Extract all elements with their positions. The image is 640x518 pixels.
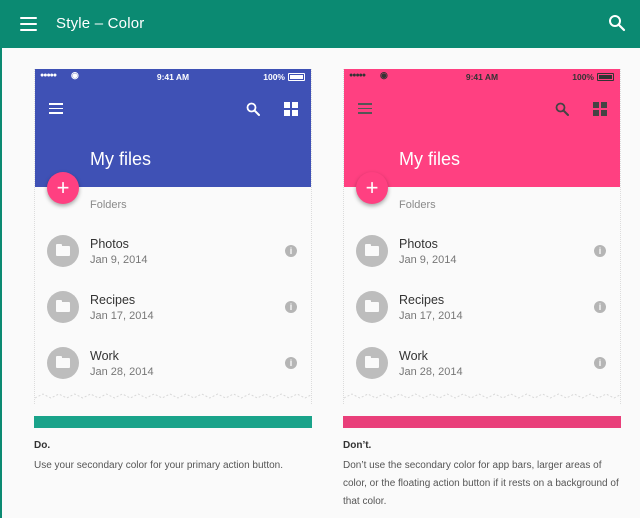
do-caption-title: Do. (34, 440, 51, 451)
folder-date: Jan 28, 2014 (399, 366, 463, 378)
folder-icon (47, 347, 79, 379)
folder-icon (356, 291, 388, 323)
folder-name: Photos (399, 237, 438, 251)
phone-mockup-dont: ●●●●● ◉ 9:41 AM 100% My files + Folders … (343, 69, 621, 404)
folder-date: Jan 28, 2014 (90, 366, 154, 378)
list-item[interactable]: Recipes Jan 17, 2014 i (344, 291, 620, 341)
list-item[interactable]: Photos Jan 9, 2014 i (344, 235, 620, 285)
section-header: Folders (399, 199, 436, 211)
left-edge-divider (0, 48, 2, 518)
fab-add-button[interactable]: + (356, 172, 388, 204)
do-caption-text: Use your secondary color for your primar… (34, 460, 283, 471)
folder-icon (356, 235, 388, 267)
folder-name: Recipes (399, 293, 445, 307)
folder-name: Work (399, 349, 428, 363)
folder-icon (47, 235, 79, 267)
info-icon[interactable]: i (285, 357, 297, 369)
status-bar: ●●●●● ◉ 9:41 AM 100% (35, 69, 311, 85)
folder-date: Jan 9, 2014 (90, 254, 148, 266)
section-header: Folders (90, 199, 127, 211)
app-bar: ●●●●● ◉ 9:41 AM 100% My files (35, 69, 311, 187)
folder-date: Jan 17, 2014 (399, 310, 463, 322)
folder-name: Photos (90, 237, 129, 251)
page-title: Style – Color (56, 15, 145, 32)
list-item[interactable]: Work Jan 28, 2014 i (35, 347, 311, 397)
folder-icon (47, 291, 79, 323)
grid-view-icon[interactable] (593, 102, 607, 116)
torn-edge (35, 393, 311, 399)
list-item[interactable]: Work Jan 28, 2014 i (344, 347, 620, 397)
dont-color-bar (343, 416, 621, 428)
info-icon[interactable]: i (594, 301, 606, 313)
menu-icon[interactable] (358, 103, 372, 114)
folder-name: Work (90, 349, 119, 363)
info-icon[interactable]: i (594, 245, 606, 257)
torn-edge (344, 393, 620, 399)
search-icon[interactable] (555, 102, 569, 116)
info-icon[interactable]: i (285, 301, 297, 313)
search-icon[interactable] (246, 102, 260, 116)
info-icon[interactable]: i (285, 245, 297, 257)
battery-icon (288, 73, 305, 81)
app-bar: ●●●●● ◉ 9:41 AM 100% My files (344, 69, 620, 187)
dont-caption-text: Don’t use the secondary color for app ba… (343, 460, 619, 507)
status-bar: ●●●●● ◉ 9:41 AM 100% (344, 69, 620, 85)
folder-icon (356, 347, 388, 379)
battery-percent: 100% (572, 72, 594, 82)
list-item[interactable]: Recipes Jan 17, 2014 i (35, 291, 311, 341)
info-icon[interactable]: i (594, 357, 606, 369)
fab-add-button[interactable]: + (47, 172, 79, 204)
screen-title: My files (90, 149, 152, 169)
grid-view-icon[interactable] (284, 102, 298, 116)
search-icon[interactable] (608, 14, 626, 32)
folder-date: Jan 17, 2014 (90, 310, 154, 322)
battery-icon (597, 73, 614, 81)
screen-title: My files (399, 149, 461, 169)
phone-mockup-do: ●●●●● ◉ 9:41 AM 100% My files + Folders … (34, 69, 312, 404)
battery-percent: 100% (263, 72, 285, 82)
folder-date: Jan 9, 2014 (399, 254, 457, 266)
folder-name: Recipes (90, 293, 136, 307)
list-item[interactable]: Photos Jan 9, 2014 i (35, 235, 311, 285)
menu-icon[interactable] (20, 17, 37, 31)
menu-icon[interactable] (49, 103, 63, 114)
top-app-bar: Style – Color (0, 0, 640, 48)
do-color-bar (34, 416, 312, 428)
dont-caption-title: Don’t. (343, 440, 372, 451)
